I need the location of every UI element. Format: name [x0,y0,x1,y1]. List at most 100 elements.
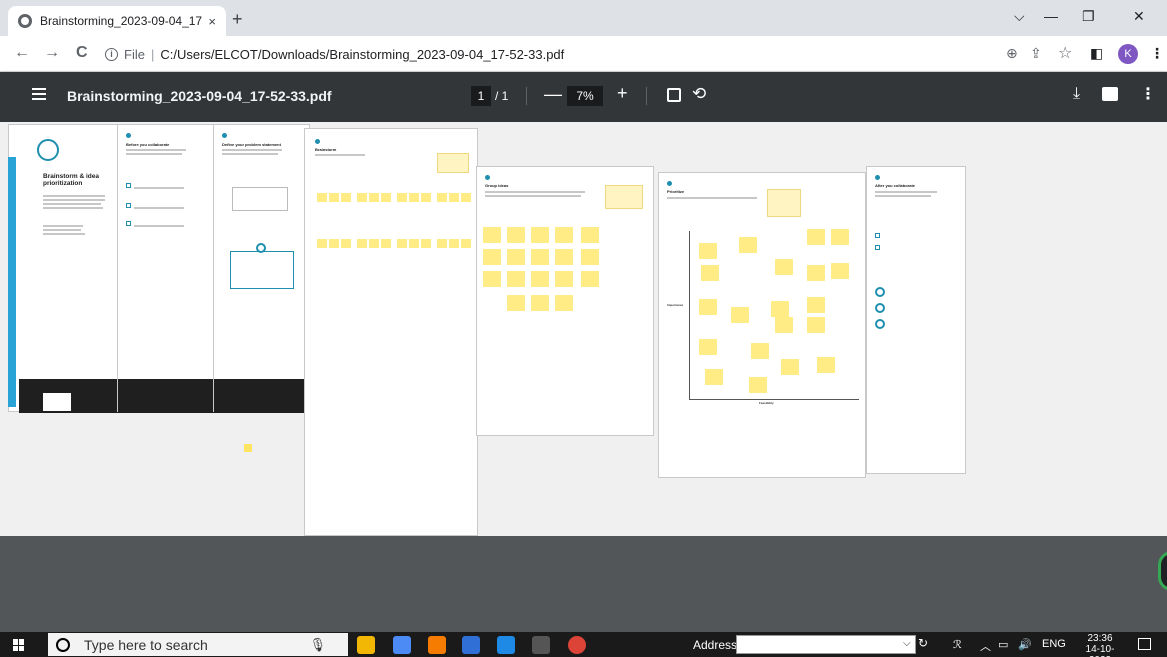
side-panel-icon[interactable]: ◧ [1090,45,1103,62]
sticky-note [409,193,419,202]
sticky-note [483,271,501,287]
sticky-note [781,359,799,375]
bookmark-star-icon[interactable]: ☆ [1058,43,1072,63]
browser-tab[interactable]: Brainstorming_2023-09-04_17-5 × [8,6,226,36]
sticky-note [357,239,367,248]
sticky-note [369,193,379,202]
store-icon[interactable] [393,636,411,654]
sticky-note [555,249,573,265]
define-sheet: Define your problem statement [213,124,311,413]
sticky-note [507,295,525,311]
sticky-note [739,237,757,253]
address-dropdown-icon[interactable]: ⌵ [903,638,911,649]
sticky-note [483,227,501,243]
zoom-out-button[interactable]: — [544,84,562,105]
sticky-note [531,227,549,243]
zoom-icon[interactable]: ⊕ [1006,45,1018,62]
more-actions-icon[interactable]: ⋮ [1140,84,1156,104]
sticky-note [329,239,339,248]
group-ideas-sheet: Group ideas [476,166,654,436]
sticky-note [705,369,723,385]
close-tab-icon[interactable]: × [208,14,216,29]
cover-accent-strip [8,157,16,407]
back-button[interactable]: ← [14,44,30,62]
notification-icon[interactable] [1138,638,1151,650]
info-icon[interactable]: i [105,47,118,61]
sticky-note [461,239,471,248]
sticky-note [555,295,573,311]
sticky-note [831,229,849,245]
tab-title: Brainstorming_2023-09-04_17-5 [40,14,203,28]
taskbar-search[interactable]: Type here to search 🎙 [48,633,348,656]
pdf-title: Brainstorming_2023-09-04_17-52-33.pdf [67,88,332,104]
file-explorer-icon[interactable] [357,636,375,654]
restore-button[interactable]: ❐ [1082,8,1095,25]
pdf-page-canvas[interactable]: Brainstorm & idea prioritization Before … [0,122,1167,536]
page-total: / 1 [495,89,509,103]
address-bar[interactable]: i File | C:/Users/ELCOT/Downloads/Brains… [105,41,975,67]
share-icon[interactable]: ⇪ [1030,45,1042,62]
sticky-note [771,301,789,317]
sticky-note [341,193,351,202]
kaspersky-icon[interactable] [532,636,550,654]
volume-icon[interactable]: 🔊 [1018,638,1032,651]
sticky-note [381,239,391,248]
windows-start-icon[interactable] [13,639,25,651]
sheet-title: Prioritize [667,189,685,194]
mail-icon[interactable] [462,636,480,654]
close-window-button[interactable]: ✕ [1133,8,1145,25]
zoom-in-button[interactable]: + [617,83,628,104]
edge-icon[interactable] [497,636,515,654]
forward-button[interactable]: → [44,44,60,62]
clock-time: 23:36 [1087,633,1113,644]
minimize-button[interactable]: — [1044,8,1058,24]
address-refresh-icon[interactable]: ↻ [918,636,928,650]
sticky-note [449,239,459,248]
browser-menu-icon[interactable]: ⋮ [1150,45,1164,62]
address-toolbar-label: Address [693,638,738,652]
browser-toolbar: ← → C i File | C:/Users/ELCOT/Downloads/… [0,36,1167,72]
rotate-icon[interactable]: ⟲ [692,84,706,104]
language-indicator[interactable]: ENG [1042,638,1066,650]
network-icon[interactable]: ▭ [998,638,1008,651]
sticky-note [317,239,327,248]
url-text[interactable]: C:/Users/ELCOT/Downloads/Brainstorming_2… [160,47,564,62]
sticky-note [555,227,573,243]
sticky-note [329,193,339,202]
clock-date: 14-10-2023 [1085,644,1115,657]
vlc-icon[interactable] [428,636,446,654]
page-number-input[interactable]: 1 [471,86,491,106]
print-icon[interactable] [1102,87,1118,101]
sheet-title: Group ideas [485,183,509,188]
new-tab-button[interactable]: + [232,9,243,30]
x-axis [689,399,859,400]
sticky-note [581,249,599,265]
sticky-note [749,377,767,393]
sticky-note [699,243,717,259]
microphone-icon[interactable]: 🎙 [309,637,326,653]
hamburger-menu-icon[interactable] [32,88,46,100]
y-axis [689,231,690,399]
chrome-icon[interactable] [568,636,586,654]
zoom-level-input[interactable]: 7% [567,86,603,106]
tray-chevron-icon[interactable]: ︿ [980,638,991,654]
key-rules-box [230,251,294,289]
sticky-note [775,259,793,275]
y-axis-label: Importance [667,303,684,307]
sticky-note [531,295,549,311]
address-toolbar-input[interactable] [736,635,916,654]
sticky-note [317,193,327,202]
fit-to-page-icon[interactable] [667,88,681,102]
sticky-note [581,227,599,243]
people-icon[interactable]: ℛ [953,638,962,651]
sticky-note [807,317,825,333]
download-icon[interactable]: ⤓ [1073,85,1080,103]
sticky-note [507,249,525,265]
sticky-note [581,271,599,287]
tab-search-icon[interactable]: ⌵ [1014,8,1025,25]
cortana-icon [56,637,70,652]
taskbar-clock[interactable]: 23:36 14-10-2023 [1080,633,1120,657]
sticky-note [437,239,447,248]
profile-avatar[interactable]: K [1118,44,1138,64]
reload-button[interactable]: C [76,44,88,62]
